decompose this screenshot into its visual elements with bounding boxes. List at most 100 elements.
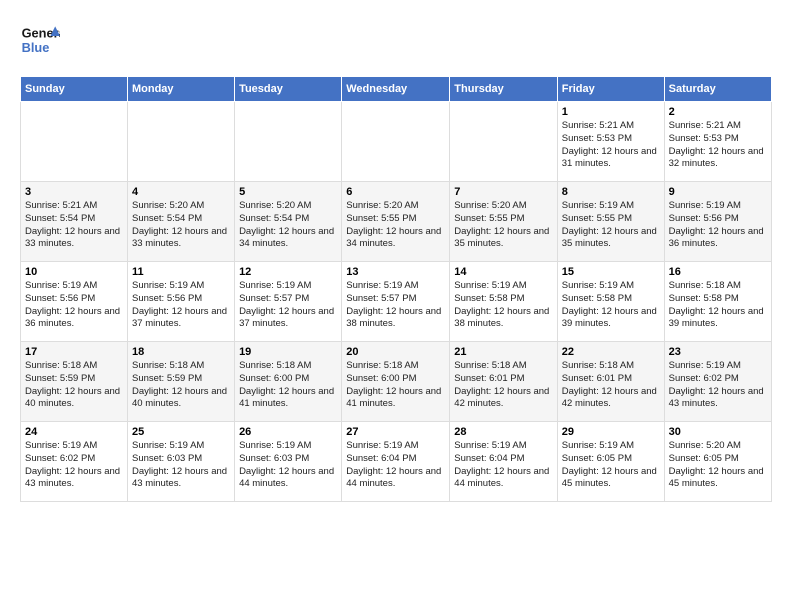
day-info: Sunrise: 5:19 AMSunset: 5:56 PMDaylight:… [132, 280, 230, 331]
day-number: 8 [562, 186, 660, 198]
day-info: Sunrise: 5:18 AMSunset: 6:01 PMDaylight:… [454, 360, 552, 411]
day-cell: 13 Sunrise: 5:19 AMSunset: 5:57 PMDayligh… [342, 262, 450, 342]
day-number: 24 [25, 426, 123, 438]
day-cell: 21 Sunrise: 5:18 AMSunset: 6:01 PMDayligh… [450, 342, 557, 422]
day-cell: 27 Sunrise: 5:19 AMSunset: 6:04 PMDayligh… [342, 422, 450, 502]
day-info: Sunrise: 5:20 AMSunset: 5:54 PMDaylight:… [132, 200, 230, 251]
logo-icon: General Blue [20, 20, 60, 60]
day-number: 25 [132, 426, 230, 438]
day-number: 7 [454, 186, 552, 198]
day-info: Sunrise: 5:19 AMSunset: 5:57 PMDaylight:… [346, 280, 445, 331]
week-row-3: 10Sunrise: 5:19 AMSunset: 5:56 PMDayligh… [21, 262, 772, 342]
day-info: Sunrise: 5:19 AMSunset: 5:55 PMDaylight:… [562, 200, 660, 251]
day-cell: 25 Sunrise: 5:19 AMSunset: 6:03 PMDayligh… [127, 422, 234, 502]
day-number: 20 [346, 346, 445, 358]
svg-text:Blue: Blue [22, 40, 50, 55]
day-cell [21, 102, 128, 182]
day-cell: 3 Sunrise: 5:21 AMSunset: 5:54 PMDaylight… [21, 182, 128, 262]
day-number: 30 [669, 426, 767, 438]
header-tuesday: Tuesday [235, 77, 342, 102]
day-cell: 15Sunrise: 5:19 AMSunset: 5:58 PMDayligh… [557, 262, 664, 342]
day-info: Sunrise: 5:19 AMSunset: 6:03 PMDaylight:… [132, 440, 230, 491]
day-cell: 28 Sunrise: 5:19 AMSunset: 6:04 PMDayligh… [450, 422, 557, 502]
day-number: 22 [562, 346, 660, 358]
day-cell: 24 Sunrise: 5:19 AMSunset: 6:02 PMDayligh… [21, 422, 128, 502]
day-info: Sunrise: 5:18 AMSunset: 5:59 PMDaylight:… [25, 360, 123, 411]
day-number: 29 [562, 426, 660, 438]
day-cell: 8 Sunrise: 5:19 AMSunset: 5:55 PMDaylight… [557, 182, 664, 262]
day-info: Sunrise: 5:20 AMSunset: 5:54 PMDaylight:… [239, 200, 337, 251]
logo: General Blue [20, 20, 64, 60]
day-cell: 26 Sunrise: 5:19 AMSunset: 6:03 PMDayligh… [235, 422, 342, 502]
day-cell: 30Sunrise: 5:20 AMSunset: 6:05 PMDayligh… [664, 422, 771, 502]
day-cell: 5 Sunrise: 5:20 AMSunset: 5:54 PMDaylight… [235, 182, 342, 262]
day-info: Sunrise: 5:19 AMSunset: 6:03 PMDaylight:… [239, 440, 337, 491]
day-cell: 7 Sunrise: 5:20 AMSunset: 5:55 PMDaylight… [450, 182, 557, 262]
day-number: 28 [454, 426, 552, 438]
header-monday: Monday [127, 77, 234, 102]
day-info: Sunrise: 5:19 AMSunset: 6:02 PMDaylight:… [669, 360, 767, 411]
day-number: 21 [454, 346, 552, 358]
day-number: 4 [132, 186, 230, 198]
day-cell: 12 Sunrise: 5:19 AMSunset: 5:57 PMDayligh… [235, 262, 342, 342]
day-info: Sunrise: 5:19 AMSunset: 6:02 PMDaylight:… [25, 440, 123, 491]
day-info: Sunrise: 5:21 AMSunset: 5:53 PMDaylight:… [562, 120, 660, 171]
week-row-5: 24 Sunrise: 5:19 AMSunset: 6:02 PMDayligh… [21, 422, 772, 502]
day-cell: 18 Sunrise: 5:18 AMSunset: 5:59 PMDayligh… [127, 342, 234, 422]
day-cell: 2Sunrise: 5:21 AMSunset: 5:53 PMDaylight… [664, 102, 771, 182]
day-info: Sunrise: 5:19 AMSunset: 6:05 PMDaylight:… [562, 440, 660, 491]
page-header: General Blue [20, 20, 772, 60]
header-friday: Friday [557, 77, 664, 102]
day-number: 19 [239, 346, 337, 358]
day-cell: 17 Sunrise: 5:18 AMSunset: 5:59 PMDayligh… [21, 342, 128, 422]
day-info: Sunrise: 5:20 AMSunset: 5:55 PMDaylight:… [346, 200, 445, 251]
day-info: Sunrise: 5:20 AMSunset: 5:55 PMDaylight:… [454, 200, 552, 251]
day-number: 5 [239, 186, 337, 198]
header-row: SundayMondayTuesdayWednesdayThursdayFrid… [21, 77, 772, 102]
day-info: Sunrise: 5:21 AMSunset: 5:53 PMDaylight:… [669, 120, 767, 171]
day-number: 6 [346, 186, 445, 198]
day-info: Sunrise: 5:18 AMSunset: 5:58 PMDaylight:… [669, 280, 767, 331]
week-row-2: 3 Sunrise: 5:21 AMSunset: 5:54 PMDaylight… [21, 182, 772, 262]
day-number: 26 [239, 426, 337, 438]
day-cell: 19 Sunrise: 5:18 AMSunset: 6:00 PMDayligh… [235, 342, 342, 422]
day-cell [235, 102, 342, 182]
day-info: Sunrise: 5:19 AMSunset: 6:04 PMDaylight:… [346, 440, 445, 491]
day-cell: 23Sunrise: 5:19 AMSunset: 6:02 PMDayligh… [664, 342, 771, 422]
day-number: 18 [132, 346, 230, 358]
day-number: 3 [25, 186, 123, 198]
day-info: Sunrise: 5:19 AMSunset: 5:56 PMDaylight:… [669, 200, 767, 251]
day-number: 15 [562, 266, 660, 278]
day-number: 13 [346, 266, 445, 278]
day-number: 1 [562, 106, 660, 118]
day-cell: 4 Sunrise: 5:20 AMSunset: 5:54 PMDaylight… [127, 182, 234, 262]
day-number: 9 [669, 186, 767, 198]
day-cell: 29 Sunrise: 5:19 AMSunset: 6:05 PMDayligh… [557, 422, 664, 502]
week-row-4: 17 Sunrise: 5:18 AMSunset: 5:59 PMDayligh… [21, 342, 772, 422]
day-cell [450, 102, 557, 182]
day-cell: 10Sunrise: 5:19 AMSunset: 5:56 PMDayligh… [21, 262, 128, 342]
day-info: Sunrise: 5:18 AMSunset: 6:00 PMDaylight:… [239, 360, 337, 411]
day-info: Sunrise: 5:19 AMSunset: 6:04 PMDaylight:… [454, 440, 552, 491]
day-cell: 9 Sunrise: 5:19 AMSunset: 5:56 PMDaylight… [664, 182, 771, 262]
day-cell [127, 102, 234, 182]
day-info: Sunrise: 5:19 AMSunset: 5:58 PMDaylight:… [454, 280, 552, 331]
day-cell: 22 Sunrise: 5:18 AMSunset: 6:01 PMDayligh… [557, 342, 664, 422]
day-info: Sunrise: 5:19 AMSunset: 5:57 PMDaylight:… [239, 280, 337, 331]
day-number: 12 [239, 266, 337, 278]
day-number: 17 [25, 346, 123, 358]
day-cell: 20 Sunrise: 5:18 AMSunset: 6:00 PMDayligh… [342, 342, 450, 422]
day-cell: 6 Sunrise: 5:20 AMSunset: 5:55 PMDaylight… [342, 182, 450, 262]
day-cell: 16Sunrise: 5:18 AMSunset: 5:58 PMDayligh… [664, 262, 771, 342]
header-sunday: Sunday [21, 77, 128, 102]
day-cell: 1 Sunrise: 5:21 AMSunset: 5:53 PMDaylight… [557, 102, 664, 182]
day-info: Sunrise: 5:21 AMSunset: 5:54 PMDaylight:… [25, 200, 123, 251]
calendar-table: SundayMondayTuesdayWednesdayThursdayFrid… [20, 76, 772, 502]
day-info: Sunrise: 5:18 AMSunset: 6:00 PMDaylight:… [346, 360, 445, 411]
header-thursday: Thursday [450, 77, 557, 102]
day-cell [342, 102, 450, 182]
day-number: 11 [132, 266, 230, 278]
day-info: Sunrise: 5:18 AMSunset: 5:59 PMDaylight:… [132, 360, 230, 411]
day-number: 27 [346, 426, 445, 438]
day-info: Sunrise: 5:18 AMSunset: 6:01 PMDaylight:… [562, 360, 660, 411]
